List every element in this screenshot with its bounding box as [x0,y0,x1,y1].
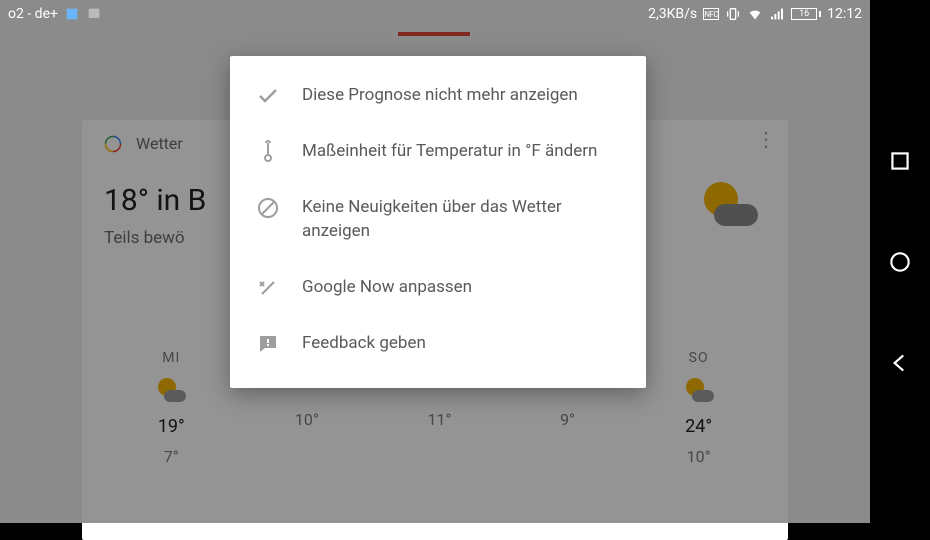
menu-item-customize-now[interactable]: Google Now anpassen [230,260,646,316]
back-button[interactable] [887,350,913,376]
menu-label: Google Now anpassen [302,276,472,300]
menu-item-no-weather-news[interactable]: Keine Neuigkeiten über das Wetter anzeig… [230,180,646,260]
menu-label: Diese Prognose nicht mehr anzeigen [302,84,578,108]
battery-indicator: 16 [791,8,821,20]
status-bar: o2 - de+ 2,3KB/s NFC 16 12 [0,0,870,28]
system-nav-bar [870,0,930,523]
nfc-icon: NFC [703,8,719,20]
magic-wand-icon [256,276,280,300]
carrier-label: o2 - de+ [8,6,58,22]
notification-icon [64,6,80,22]
menu-label: Keine Neuigkeiten über das Wetter anzeig… [302,196,620,244]
battery-level: 16 [791,8,817,20]
network-speed: 2,3KB/s [648,6,697,22]
menu-label: Feedback geben [302,332,426,356]
clock: 12:12 [827,6,862,22]
check-icon [256,84,280,108]
signal-icon [769,6,785,22]
menu-item-change-unit[interactable]: Maßeinheit für Temperatur in °F ändern [230,124,646,180]
card-options-menu: Diese Prognose nicht mehr anzeigen Maßei… [230,56,646,388]
wifi-icon [747,6,763,22]
vibrate-icon [725,6,741,22]
screenshot-icon [86,6,102,22]
block-icon [256,196,280,220]
thermometer-icon [256,140,280,164]
menu-label: Maßeinheit für Temperatur in °F ändern [302,140,597,164]
recents-button[interactable] [887,148,913,174]
menu-item-hide-forecast[interactable]: Diese Prognose nicht mehr anzeigen [230,68,646,124]
home-button[interactable] [887,249,913,275]
feedback-icon [256,332,280,356]
menu-item-feedback[interactable]: Feedback geben [230,316,646,372]
